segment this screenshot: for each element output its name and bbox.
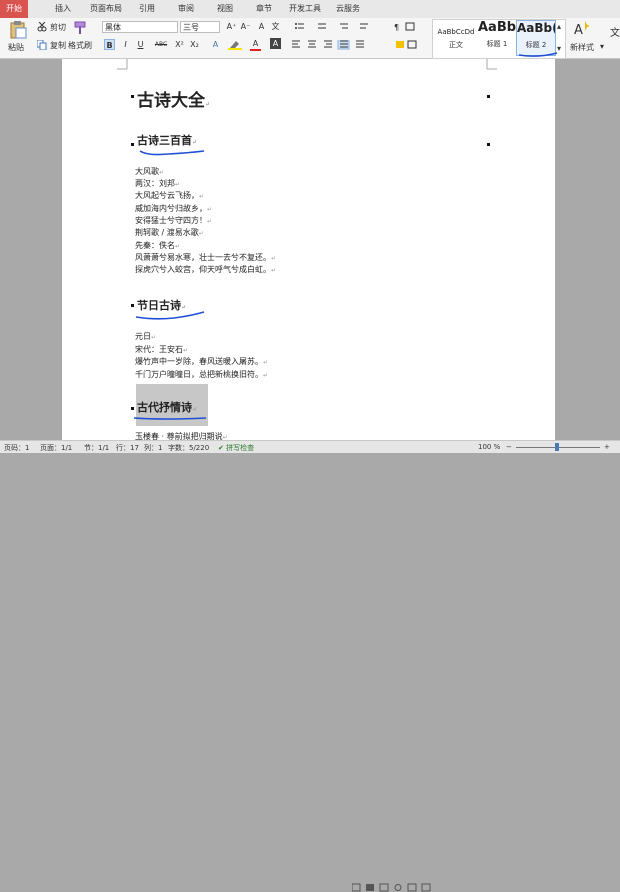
zoom-slider-handle[interactable] <box>555 443 559 451</box>
annotation-underline-style <box>518 52 558 57</box>
tab-developer[interactable]: 开发工具 <box>289 3 321 14</box>
tab-view[interactable]: 视图 <box>217 3 233 14</box>
list-buttons-icon[interactable] <box>294 22 384 32</box>
clear-format-button[interactable]: A <box>256 21 267 32</box>
copy-button[interactable]: 复制 <box>50 40 66 51</box>
poem-line[interactable]: 先秦：佚名↵ <box>135 240 180 251</box>
poem-line[interactable]: 风萧萧兮易水寒，壮士一去兮不复还。↵ <box>135 252 276 263</box>
paste-button[interactable]: 粘贴 <box>8 42 24 53</box>
para-marker-right <box>487 95 490 98</box>
shrink-font-button[interactable]: A⁻ <box>240 21 251 32</box>
new-style-dropdown[interactable]: ▾ <box>600 42 604 51</box>
corner-mark-left <box>117 59 128 70</box>
superscript-button[interactable]: X² <box>174 39 185 50</box>
style-scroll-up[interactable]: ▴ <box>557 22 561 31</box>
poem-line[interactable]: 两汉：刘邦↵ <box>135 178 180 189</box>
annotation-underline-heading <box>139 150 205 156</box>
poem-line[interactable]: 探虎穴兮入蛟宫，仰天呼气兮成白虹。↵ <box>135 264 276 275</box>
phonetic-button[interactable]: 文 <box>270 21 281 32</box>
copy-icon <box>37 40 47 50</box>
format-painter-button[interactable]: 格式刷 <box>68 40 92 51</box>
zoom-out-button[interactable]: − <box>506 443 512 451</box>
svg-text:A: A <box>574 23 583 37</box>
para-bullet <box>131 143 134 146</box>
status-bar: 页码：1 页面：1/1 节：1/1 行：17 列：1 字数：5/220 ✔ 拼写… <box>0 440 620 892</box>
zoom-in-button[interactable]: + <box>604 443 610 451</box>
tab-references[interactable]: 引用 <box>139 3 155 14</box>
subscript-button[interactable]: X₂ <box>189 39 200 50</box>
style-heading-2[interactable]: AaBb( 标题 2 <box>516 20 556 56</box>
grow-font-button[interactable]: A⁺ <box>226 21 237 32</box>
highlight-icon[interactable] <box>228 40 242 50</box>
section-heading[interactable]: 古诗三百首↵ <box>137 132 197 148</box>
ribbon: 粘贴 剪切 复制 格式刷 黑体 三号 A⁺ A⁻ A 文 B I U ABC X… <box>0 18 620 59</box>
poem-line[interactable]: 荆轲歌 / 渡易水歌↵ <box>135 227 204 238</box>
scissors-icon <box>37 22 47 32</box>
zoom-level[interactable]: 100 % <box>478 443 500 451</box>
style-scroll-more[interactable]: ▾ <box>557 44 561 53</box>
format-painter-icon[interactable] <box>73 21 87 35</box>
tab-page-layout[interactable]: 页面布局 <box>90 3 122 14</box>
style-normal[interactable]: AaBbCcDd 正文 <box>434 20 478 56</box>
annotation-underline-heading <box>135 311 205 320</box>
underline-button[interactable]: U <box>135 39 146 50</box>
poem-line[interactable]: 大风歌↵ <box>135 166 164 177</box>
para-bullet <box>131 95 134 98</box>
font-color-button[interactable]: A <box>250 38 261 51</box>
poem-line[interactable]: 大风起兮云飞扬，↵ <box>135 190 204 201</box>
font-name-select[interactable]: 黑体 <box>102 21 178 33</box>
tab-review[interactable]: 审阅 <box>178 3 194 14</box>
svg-text:¶: ¶ <box>394 23 399 32</box>
strikethrough-button[interactable]: ABC <box>153 39 169 50</box>
paragraph-tools-icon[interactable]: ¶ <box>394 22 424 50</box>
paste-icon[interactable] <box>8 21 28 39</box>
poem-line[interactable]: 元日↵ <box>135 331 156 342</box>
poem-line[interactable]: 千门万户曈曈日，总把新桃换旧符。↵ <box>135 369 268 380</box>
tab-insert[interactable]: 插入 <box>55 3 71 14</box>
para-bullet <box>131 407 134 410</box>
tab-chapter[interactable]: 章节 <box>256 3 272 14</box>
annotation-underline-heading <box>133 417 207 420</box>
para-marker-right <box>487 143 490 146</box>
section-heading[interactable]: 古代抒情诗↵ <box>137 399 197 415</box>
poem-line[interactable]: 安得猛士兮守四方！↵ <box>135 215 212 226</box>
bold-button[interactable]: B <box>104 39 115 50</box>
doc-title[interactable]: 古诗大全↵ <box>137 86 210 111</box>
poem-line[interactable]: 威加海内兮归故乡，↵ <box>135 203 212 214</box>
font-size-select[interactable]: 三号 <box>180 21 220 33</box>
text-effect-button[interactable]: A <box>210 39 221 50</box>
tab-home[interactable]: 开始 <box>0 0 28 18</box>
corner-mark-right <box>486 59 497 70</box>
style-heading-1[interactable]: AaBb 标题 1 <box>478 20 516 56</box>
cut-button[interactable]: 剪切 <box>50 22 66 33</box>
italic-button[interactable]: I <box>120 39 131 50</box>
new-style-button[interactable]: 新样式 <box>570 42 594 53</box>
align-buttons-icon[interactable] <box>292 40 372 50</box>
menu-bar: 开始 插入 页面布局 引用 审阅 视图 章节 开发工具 云服务 <box>0 0 620 19</box>
poem-line[interactable]: 爆竹声中一岁除，春风送暖入屠苏。↵ <box>135 356 268 367</box>
view-mode-icons[interactable] <box>352 883 444 892</box>
text-tool-icon[interactable]: 文 <box>610 24 620 39</box>
poem-line[interactable]: 宋代：王安石↵ <box>135 344 188 355</box>
new-style-icon[interactable]: A <box>574 21 590 37</box>
char-shading-button[interactable]: A <box>270 38 281 49</box>
para-bullet <box>131 304 134 307</box>
tab-cloud[interactable]: 云服务 <box>336 3 360 14</box>
document-page[interactable]: 古诗大全↵ 古诗三百首↵ 大风歌↵ 两汉：刘邦↵ 大风起兮云飞扬，↵ 威加海内兮… <box>62 59 555 441</box>
